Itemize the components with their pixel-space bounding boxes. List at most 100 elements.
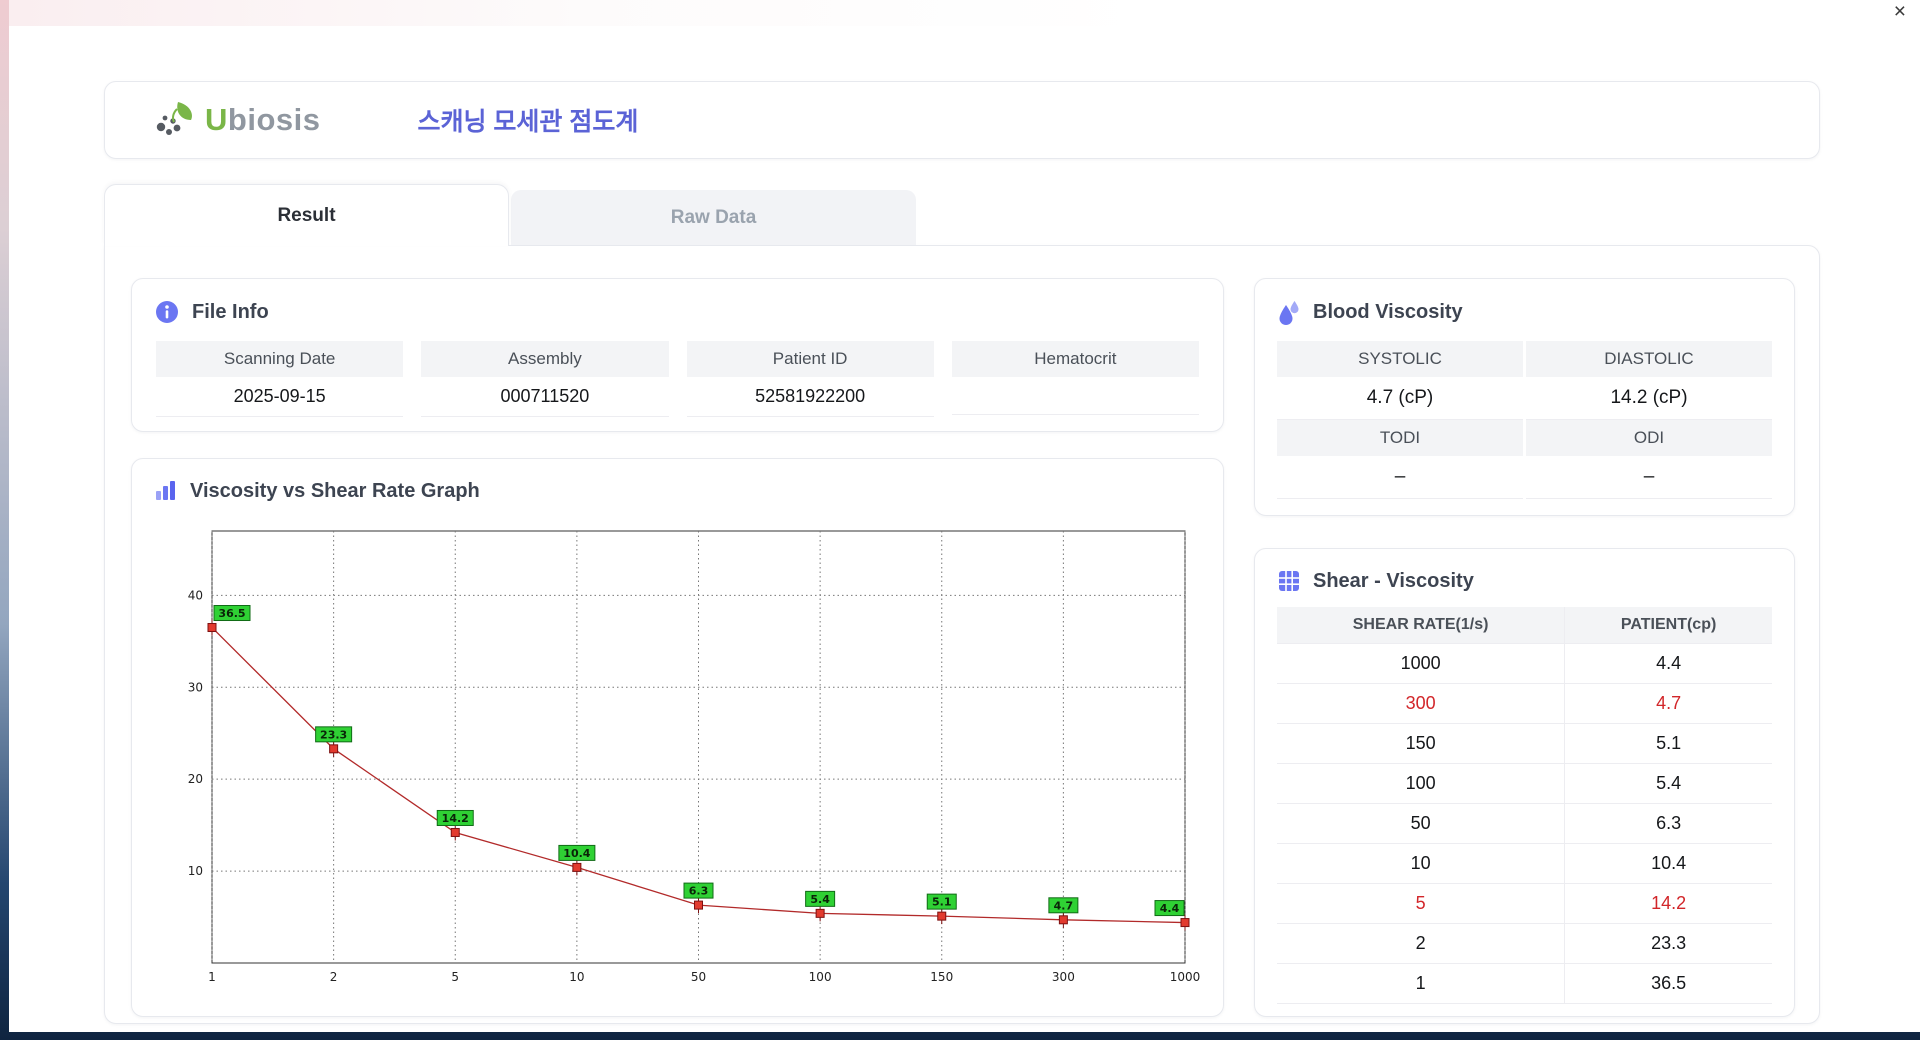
app-header-card: Ubiosis 스캐닝 모세관 점도계 xyxy=(104,81,1820,159)
blood-viscosity-value: 14.2 (cP) xyxy=(1526,377,1772,420)
shear-viscosity-row: 10 10.4 xyxy=(1277,843,1772,884)
shear-viscosity-row: 300 4.7 xyxy=(1277,683,1772,724)
shear-rate-cell: 5 xyxy=(1277,883,1566,924)
blood-viscosity-value: – xyxy=(1526,456,1772,499)
file-info-field: Assembly 000711520 xyxy=(421,341,669,417)
table-icon xyxy=(1279,571,1299,591)
svg-text:23.3: 23.3 xyxy=(320,728,347,741)
app-title: 스캐닝 모세관 점도계 xyxy=(417,108,639,136)
window-close-button[interactable]: × xyxy=(1894,1,1906,23)
left-column: File Info Scanning Date 2025-09-15 Assem… xyxy=(131,278,1224,1017)
svg-text:20: 20 xyxy=(188,772,203,786)
svg-text:6.3: 6.3 xyxy=(689,885,709,898)
file-info-card: File Info Scanning Date 2025-09-15 Assem… xyxy=(131,278,1224,432)
tab-raw-data[interactable]: Raw Data xyxy=(511,190,916,245)
svg-text:14.2: 14.2 xyxy=(442,812,469,825)
patient-viscosity-cell: 10.4 xyxy=(1564,843,1772,884)
droplet-icon xyxy=(1279,301,1299,325)
shear-viscosity-card: Shear - Viscosity SHEAR RATE(1/s) PATIENT… xyxy=(1254,548,1795,1017)
file-info-field-label: Assembly xyxy=(421,341,669,377)
file-info-field-label: Hematocrit xyxy=(951,341,1199,377)
blood-viscosity-card: Blood Viscosity SYSTOLIC DIASTOLIC 4.7 (cP… xyxy=(1254,278,1795,516)
shear-viscosity-row: 100 5.4 xyxy=(1277,763,1772,804)
blood-viscosity-card-title: Blood Viscosity xyxy=(1277,299,1772,325)
patient-viscosity-cell: 23.3 xyxy=(1564,923,1772,964)
shear-viscosity-body: 1000 4.4 300 4.7 150 5.1 100 5.4 50 6.3 … xyxy=(1277,643,1772,1004)
svg-text:300: 300 xyxy=(1052,970,1075,984)
file-info-title-text: File Info xyxy=(192,300,269,323)
file-info-field-value xyxy=(951,377,1199,415)
svg-text:36.5: 36.5 xyxy=(218,607,245,620)
svg-text:1: 1 xyxy=(208,970,216,984)
shear-viscosity-row: 1 36.5 xyxy=(1277,963,1772,1004)
svg-text:30: 30 xyxy=(188,680,203,694)
file-info-card-title: File Info xyxy=(154,299,1201,325)
svg-text:2: 2 xyxy=(330,970,338,984)
file-info-field-label: Patient ID xyxy=(686,341,934,377)
svg-text:4.7: 4.7 xyxy=(1054,899,1074,912)
svg-text:1000: 1000 xyxy=(1170,970,1201,984)
shear-viscosity-row: 5 14.2 xyxy=(1277,883,1772,924)
blood-viscosity-label: TODI xyxy=(1277,420,1523,456)
right-column: Blood Viscosity SYSTOLIC DIASTOLIC 4.7 (cP… xyxy=(1254,278,1795,1017)
shear-viscosity-title-text: Shear - Viscosity xyxy=(1313,569,1474,592)
shear-viscosity-header: SHEAR RATE(1/s) xyxy=(1277,607,1566,644)
logo-text-rest: biosis xyxy=(227,102,321,137)
shear-viscosity-row: 150 5.1 xyxy=(1277,723,1772,764)
svg-text:10: 10 xyxy=(188,864,203,878)
app-window: × Ubiosis 스캐닝 모세관 점도계 Result Raw Data Fi… xyxy=(9,0,1920,1032)
blood-viscosity-label: SYSTOLIC xyxy=(1277,341,1523,377)
blood-viscosity-value: 4.7 (cP) xyxy=(1277,377,1523,420)
tab-result[interactable]: Result xyxy=(104,184,509,246)
shear-viscosity-table: SHEAR RATE(1/s) PATIENT(cp) 1000 4.4 300 … xyxy=(1277,607,1772,1004)
shear-viscosity-row: 50 6.3 xyxy=(1277,803,1772,844)
shear-rate-cell: 2 xyxy=(1277,923,1566,964)
blood-viscosity-value: – xyxy=(1277,456,1523,499)
file-info-field-value: 2025-09-15 xyxy=(156,377,404,417)
patient-viscosity-cell: 5.1 xyxy=(1564,723,1772,764)
file-info-field-value: 000711520 xyxy=(421,377,669,417)
svg-text:5.4: 5.4 xyxy=(810,893,830,906)
shear-rate-cell: 150 xyxy=(1277,723,1566,764)
shear-viscosity-row: 2 23.3 xyxy=(1277,923,1772,964)
info-icon xyxy=(156,301,178,323)
graph-card: Viscosity vs Shear Rate Graph 10 20 30 40 1 2… xyxy=(131,458,1224,1017)
file-info-field: Patient ID 52581922200 xyxy=(686,341,934,417)
ubiosis-logo: Ubiosis xyxy=(152,99,320,141)
shear-rate-cell: 100 xyxy=(1277,763,1566,804)
patient-viscosity-cell: 4.4 xyxy=(1564,643,1772,684)
patient-viscosity-cell: 36.5 xyxy=(1564,963,1772,1004)
graph-title-text: Viscosity vs Shear Rate Graph xyxy=(190,479,480,502)
shear-rate-cell: 10 xyxy=(1277,843,1566,884)
main-content: Ubiosis 스캐닝 모세관 점도계 Result Raw Data File xyxy=(9,26,1820,1024)
file-info-fields: Scanning Date 2025-09-15 Assembly 000711… xyxy=(154,341,1201,417)
file-info-field: Hematocrit xyxy=(951,341,1199,417)
logo-text: Ubiosis xyxy=(205,102,320,138)
svg-text:5: 5 xyxy=(451,970,459,984)
svg-text:100: 100 xyxy=(809,970,832,984)
svg-text:4.4: 4.4 xyxy=(1160,902,1180,915)
svg-text:10: 10 xyxy=(569,970,584,984)
window-titlebar: × xyxy=(9,0,1920,26)
svg-text:150: 150 xyxy=(930,970,953,984)
blood-viscosity-label: DIASTOLIC xyxy=(1526,341,1772,377)
shear-rate-cell: 1000 xyxy=(1277,643,1566,684)
blood-viscosity-grid: SYSTOLIC DIASTOLIC 4.7 (cP) 14.2 (cP) TODI OD… xyxy=(1277,341,1772,499)
shear-rate-cell: 1 xyxy=(1277,963,1566,1004)
blood-viscosity-title-text: Blood Viscosity xyxy=(1313,300,1463,323)
svg-text:40: 40 xyxy=(188,588,203,602)
viscosity-chart: 10 20 30 40 1 2 5 10 50 100 150 300 1000 36.5 23.3 14.2… xyxy=(188,530,1201,984)
bar-chart-icon xyxy=(156,481,175,500)
patient-viscosity-cell: 14.2 xyxy=(1564,883,1772,924)
file-info-field: Scanning Date 2025-09-15 xyxy=(156,341,404,417)
patient-viscosity-cell: 5.4 xyxy=(1564,763,1772,804)
shear-viscosity-header: PATIENT(cp) xyxy=(1564,607,1772,644)
logo-text-u: U xyxy=(205,102,228,137)
logo-leaf-icon xyxy=(156,102,192,135)
shear-rate-cell: 50 xyxy=(1277,803,1566,844)
result-panel: File Info Scanning Date 2025-09-15 Assem… xyxy=(104,245,1820,1024)
file-info-field-value: 52581922200 xyxy=(686,377,934,417)
svg-text:50: 50 xyxy=(691,970,706,984)
graph-card-title: Viscosity vs Shear Rate Graph xyxy=(154,479,1201,503)
shear-viscosity-card-title: Shear - Viscosity xyxy=(1277,569,1772,593)
